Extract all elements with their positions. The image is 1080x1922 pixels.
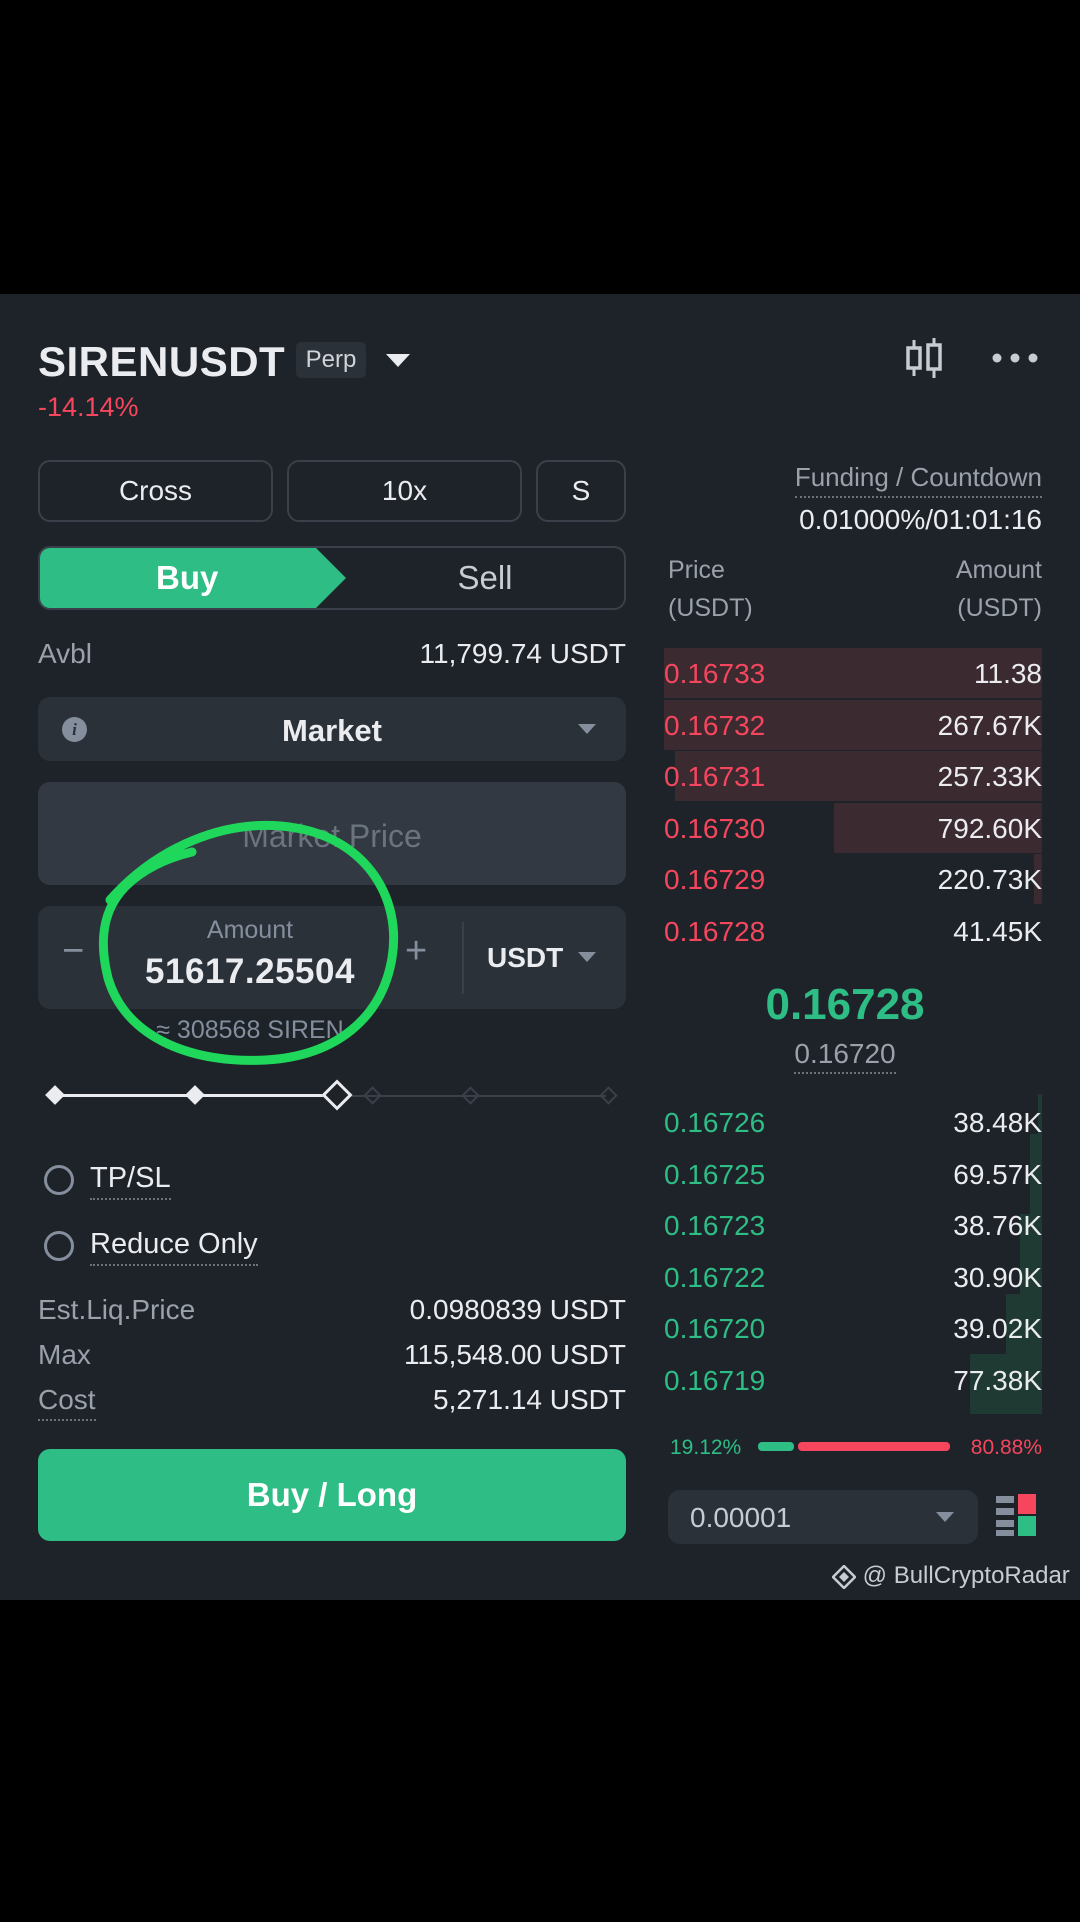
slider-spacer	[328, 1088, 342, 1102]
bid-row[interactable]: 0.16723 38.76K	[664, 1200, 1042, 1250]
tick-size-value: 0.00001	[690, 1502, 792, 1533]
ask-price: 0.16730	[664, 812, 766, 844]
buy-ratio-bar	[758, 1442, 794, 1451]
last-price: 0.16728	[765, 980, 925, 1029]
price-unit: (USDT)	[668, 594, 753, 622]
bid-price: 0.16723	[664, 1210, 766, 1241]
ask-price: 0.16733	[664, 658, 766, 689]
ask-row[interactable]: 0.16732 267.67K	[664, 699, 1042, 750]
symbol-dropdown-icon[interactable]	[386, 354, 410, 367]
mode-button[interactable]: S	[536, 460, 626, 522]
amount-divider	[462, 922, 464, 994]
funding-label[interactable]: Funding / Countdown	[794, 462, 1042, 498]
ask-amount: 792.60K	[937, 812, 1042, 844]
tpsl-label[interactable]: TP/SL	[90, 1162, 171, 1200]
slider-mark-0[interactable]	[45, 1085, 65, 1105]
available-balance: 11,799.74 USDT	[419, 638, 627, 669]
amount-header: Amount	[955, 556, 1042, 584]
max-value: 115,548.00 USDT	[403, 1339, 626, 1370]
bid-row[interactable]: 0.16725 69.57K	[664, 1149, 1042, 1199]
tick-size-dropdown-icon	[936, 1512, 954, 1522]
funding-value: 0.01000%/01:01:16	[799, 504, 1042, 535]
slider-mark-62[interactable]	[363, 1086, 382, 1105]
bid-amount: 77.38K	[953, 1364, 1042, 1396]
contract-badge: Perp	[296, 342, 366, 378]
reduce-only-label[interactable]: Reduce Only	[90, 1228, 258, 1266]
liq-price-label: Est.Liq.Price	[38, 1294, 196, 1325]
book-layout-icon[interactable]	[996, 1494, 1036, 1536]
margin-mode-button[interactable]: Cross	[38, 460, 273, 522]
bid-row[interactable]: 0.16719 77.38K	[664, 1355, 1042, 1405]
ask-row[interactable]: 0.16729 220.73K	[664, 854, 1042, 904]
ask-amount: 267.67K	[937, 709, 1042, 741]
bid-row[interactable]: 0.16720 39.02K	[664, 1303, 1042, 1353]
bid-amount: 38.48K	[953, 1107, 1042, 1138]
bid-row[interactable]: 0.16722 30.90K	[664, 1252, 1042, 1302]
ask-row[interactable]: 0.16730 792.60K	[664, 802, 1042, 853]
amount-unit: (USDT)	[957, 594, 1042, 622]
watermark: @ BullCryptoRadar	[831, 1562, 1070, 1590]
slider-mark-25[interactable]	[185, 1085, 205, 1105]
order-type-dropdown-icon	[578, 724, 596, 734]
bid-amount: 30.90K	[953, 1261, 1042, 1293]
buy-ratio: 19.12%	[670, 1436, 742, 1459]
available-label: Avbl	[38, 638, 92, 669]
ask-row[interactable]: 0.16728 41.45K	[664, 906, 1042, 956]
bid-price: 0.16720	[664, 1313, 766, 1344]
slider-mark-100[interactable]	[599, 1086, 618, 1105]
ask-amount: 11.38	[974, 658, 1042, 689]
bid-price: 0.16725	[664, 1158, 766, 1190]
bid-row[interactable]: 0.16726 38.48K	[664, 1097, 1042, 1147]
ask-price: 0.16728	[664, 915, 766, 947]
more-options-icon[interactable]	[990, 338, 1040, 378]
cost-label: Cost	[38, 1384, 96, 1421]
ask-amount: 257.33K	[937, 761, 1042, 792]
annotation-circle	[98, 820, 399, 1065]
price-change: -14.14%	[38, 392, 139, 422]
bid-amount: 39.02K	[953, 1313, 1042, 1344]
amount-slider[interactable]	[40, 1076, 620, 1116]
bid-price: 0.16726	[664, 1107, 766, 1138]
diamond-logo-icon	[831, 1563, 857, 1590]
mark-price[interactable]: 0.16720	[794, 1038, 896, 1074]
sell-ratio-bar	[798, 1442, 950, 1451]
ask-price: 0.16732	[664, 709, 766, 741]
buy-long-button[interactable]: Buy / Long	[38, 1449, 626, 1541]
bid-price: 0.16722	[664, 1261, 766, 1293]
ask-row[interactable]: 0.16731 257.33K	[664, 751, 1042, 801]
ask-amount: 220.73K	[937, 864, 1042, 895]
buy-tab[interactable]: Buy	[40, 548, 346, 608]
tpsl-radio[interactable]	[44, 1165, 74, 1195]
watermark-text: @ BullCryptoRadar	[862, 1562, 1070, 1589]
candlestick-chart-icon[interactable]	[904, 338, 944, 378]
cost-value: 5,271.14 USDT	[433, 1384, 626, 1415]
max-label: Max	[38, 1339, 91, 1370]
trading-app: SIRENUSDT Perp -14.14% Cross 10x S Buy S…	[0, 294, 1080, 1600]
reduce-only-radio[interactable]	[44, 1231, 74, 1261]
slider-mark-75[interactable]	[461, 1086, 480, 1105]
amount-unit-dropdown-icon	[578, 952, 596, 962]
sell-ratio: 80.88%	[970, 1436, 1042, 1459]
order-type-value: Market	[282, 713, 382, 748]
mark-price-wrap: 0.16720	[664, 1038, 1026, 1074]
bid-amount: 38.76K	[953, 1210, 1042, 1241]
amount-increase-button[interactable]: +	[405, 930, 427, 973]
buy-sell-toggle: Buy Sell	[38, 546, 626, 610]
bid-amount: 69.57K	[953, 1158, 1042, 1190]
liq-price-value: 0.0980839 USDT	[409, 1294, 626, 1325]
amount-unit-select[interactable]: USDT	[487, 942, 563, 974]
leverage-button[interactable]: 10x	[287, 460, 522, 522]
ask-row[interactable]: 0.16733 11.38	[664, 648, 1042, 698]
symbol-title[interactable]: SIRENUSDT	[38, 338, 285, 386]
ask-amount: 41.45K	[953, 915, 1042, 947]
bid-price: 0.16719	[664, 1364, 766, 1396]
sell-tab[interactable]: Sell	[346, 548, 624, 608]
price-header: Price	[668, 556, 725, 584]
ask-price: 0.16731	[664, 761, 766, 792]
ask-price: 0.16729	[664, 864, 766, 895]
amount-decrease-button[interactable]: −	[62, 930, 84, 973]
